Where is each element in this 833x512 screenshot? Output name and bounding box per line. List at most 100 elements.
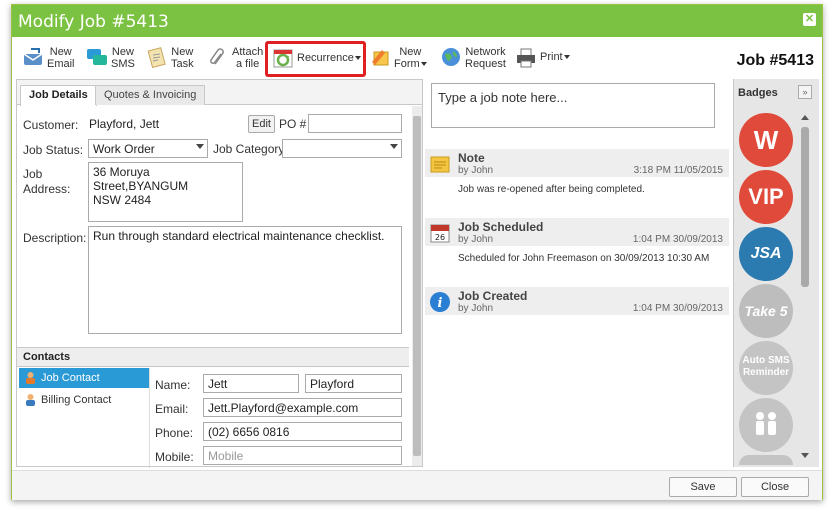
printer-icon: [517, 48, 535, 68]
job-category-label: Job Category: [213, 142, 285, 156]
badge-take-5[interactable]: Take 5: [739, 284, 793, 338]
new-form-button[interactable]: New Form: [369, 46, 427, 74]
chevron-down-icon: [390, 144, 398, 149]
customer-label: Customer:: [23, 118, 79, 132]
badge-partial: [739, 455, 793, 465]
svg-text:i: i: [438, 296, 443, 311]
email-label: Email:: [155, 402, 189, 416]
modify-job-dialog: Modify Job #5413 ✕ New Email New SMS New Ta…: [11, 4, 823, 500]
svg-text:26: 26: [435, 233, 445, 242]
contacts-header: Contacts: [17, 347, 409, 367]
tab-bar: Job Details Quotes & Invoicing: [17, 80, 422, 106]
name-label: Name:: [155, 378, 191, 392]
phone-label: Phone:: [155, 426, 194, 440]
description-label: Description:: [23, 231, 87, 245]
mobile-label: Mobile:: [155, 450, 194, 464]
close-icon[interactable]: ✕: [803, 13, 816, 26]
badge-people[interactable]: [739, 398, 793, 452]
job-status-value: Work Order: [93, 142, 155, 156]
notes-panel: Type a job note here... Note by John 3:1…: [425, 79, 731, 467]
recurrence-icon: [273, 49, 293, 68]
new-task-button[interactable]: New Task: [146, 46, 194, 74]
phone-field[interactable]: (02) 6656 0816: [203, 422, 402, 441]
contact-item-job[interactable]: Job Contact: [19, 368, 149, 388]
recurrence-button[interactable]: Recurrence: [272, 47, 361, 75]
po-number-input[interactable]: [308, 114, 402, 133]
task-icon: [147, 47, 166, 68]
globe-icon: [442, 48, 460, 66]
chevron-down-icon: [354, 56, 361, 61]
badges-panel: Badges » W VIP JSA Take 5 Auto SMS Remin…: [733, 79, 819, 467]
email-field[interactable]: Jett.Playford@example.com: [203, 398, 402, 417]
save-button[interactable]: Save: [669, 477, 737, 497]
entry-title: Job Created: [458, 289, 528, 303]
divider: [149, 368, 150, 468]
dialog-title: Modify Job #5413: [18, 12, 169, 32]
badge-label-line-1: Auto SMS: [742, 355, 790, 366]
person-icon: [26, 394, 35, 406]
mobile-field[interactable]: Mobile: [203, 446, 402, 465]
entry-timestamp: 1:04 PM 30/09/2013: [632, 303, 723, 314]
job-status-label: Job Status:: [23, 143, 84, 157]
toolbar: New Email New SMS New Task Attach a file Rec…: [12, 38, 822, 78]
new-email-button[interactable]: New Email: [22, 46, 75, 74]
scrollbar-thumb[interactable]: [801, 127, 809, 287]
badges-header: Badges: [738, 87, 778, 99]
network-request-button[interactable]: Network Request: [440, 46, 506, 74]
collapse-icon[interactable]: »: [798, 85, 812, 99]
person-icon: [26, 372, 35, 384]
job-number: Job #5413: [736, 52, 814, 69]
attach-file-button[interactable]: Attach a file: [207, 46, 263, 74]
entry-timestamp: 1:04 PM 30/09/2013: [632, 234, 723, 245]
tab-job-details[interactable]: Job Details: [20, 85, 97, 106]
job-address-label-2: Address:: [23, 182, 71, 196]
sms-icon: [87, 49, 107, 65]
last-name-input[interactable]: Playford: [305, 374, 402, 393]
people-icon: [756, 412, 776, 435]
new-sms-button[interactable]: New SMS: [86, 46, 135, 74]
entry-author: by John: [458, 234, 494, 245]
form-icon: [372, 50, 389, 66]
scrollbar-thumb[interactable]: [413, 116, 421, 456]
job-note-input[interactable]: Type a job note here...: [431, 83, 715, 128]
entry-body: Job was re-opened after being completed.: [458, 184, 645, 195]
email-icon: [23, 48, 43, 65]
chevron-down-icon[interactable]: [801, 453, 809, 458]
customer-name[interactable]: Playford, Jett: [89, 117, 159, 131]
contact-item-label: Billing Contact: [41, 394, 112, 406]
badge-jsa[interactable]: JSA: [739, 227, 793, 281]
edit-customer-button[interactable]: Edit: [248, 115, 275, 133]
first-name-input[interactable]: Jett: [203, 374, 299, 393]
scrollbar[interactable]: [799, 113, 811, 463]
job-status-select[interactable]: Work Order: [88, 139, 208, 158]
title-bar: Modify Job #5413 ✕: [12, 5, 822, 37]
address-line-1: 36 Moruya Street,BYANGUM: [93, 165, 189, 193]
job-address-label-1: Job: [23, 167, 43, 181]
job-category-select[interactable]: [282, 139, 402, 158]
po-label: PO #: [279, 117, 307, 131]
close-button[interactable]: Close: [741, 477, 809, 497]
badge-w[interactable]: W: [739, 113, 793, 167]
entry-title: Job Scheduled: [458, 220, 544, 234]
chevron-up-icon[interactable]: [801, 115, 809, 120]
badge-auto-sms-reminder[interactable]: Auto SMS Reminder: [739, 341, 793, 395]
job-address-textarea[interactable]: 36 Moruya Street,BYANGUM NSW 2484: [88, 162, 243, 222]
entry-title: Note: [458, 151, 485, 165]
calendar-icon: 26: [430, 224, 450, 243]
contact-item-billing[interactable]: Billing Contact: [19, 390, 149, 410]
list-item: i Job Created by John 1:04 PM 30/09/2013: [425, 287, 729, 342]
list-item: Note by John 3:18 PM 11/05/2015 Job was …: [425, 149, 729, 204]
badge-vip[interactable]: VIP: [739, 170, 793, 224]
note-icon: [430, 156, 450, 173]
chevron-down-icon: [196, 144, 204, 149]
tab-quotes-invoicing[interactable]: Quotes & Invoicing: [95, 85, 206, 105]
entry-author: by John: [458, 303, 494, 314]
print-button[interactable]: Print: [515, 47, 570, 75]
badge-label-line-2: Reminder: [742, 367, 790, 378]
chevron-down-icon: [563, 55, 570, 60]
scrollbar[interactable]: [412, 106, 422, 466]
contact-item-label: Job Contact: [41, 372, 100, 384]
entry-timestamp: 3:18 PM 11/05/2015: [633, 165, 723, 176]
info-icon: i: [430, 292, 450, 312]
description-textarea[interactable]: Run through standard electrical maintena…: [88, 226, 402, 334]
